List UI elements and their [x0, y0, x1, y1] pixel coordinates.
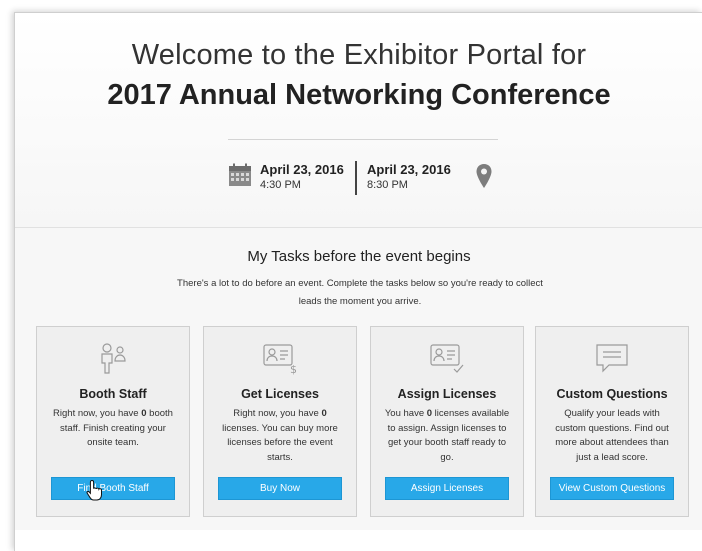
card-text-part: licenses. You can buy more licenses befo… [222, 422, 338, 463]
card-text-part: You have [384, 408, 427, 419]
start-time: 4:30 PM [260, 179, 301, 191]
card-description: Right now, you have 0 booth staff. Finis… [49, 407, 177, 451]
card-title: Assign Licenses [397, 387, 497, 401]
find-booth-staff-button[interactable]: Find Booth Staff [51, 477, 175, 500]
start-date: April 23, 2016 [260, 162, 344, 177]
chat-icon [596, 344, 628, 373]
card-text-part: Right now, you have [53, 408, 142, 419]
calendar-icon [229, 163, 251, 186]
card-title: Get Licenses [241, 387, 319, 401]
event-start: April 23, 2016 4:30 PM [260, 162, 344, 191]
card-description: Qualify your leads with custom questions… [548, 407, 676, 465]
end-date: April 23, 2016 [367, 162, 451, 177]
booth-staff-card: Booth Staff Right now, you have 0 booth … [36, 326, 190, 517]
tasks-heading: My Tasks before the event begins [247, 248, 471, 265]
card-text-part: Qualify your leads with custom questions… [555, 408, 669, 463]
map-pin-icon[interactable] [475, 163, 493, 189]
card-description: You have 0 licenses available to assign.… [383, 407, 511, 465]
custom-questions-card: Custom Questions Qualify your leads with… [535, 326, 689, 517]
hand-pointer-cursor-icon [86, 479, 102, 501]
end-time: 8:30 PM [367, 179, 408, 191]
card-title: Custom Questions [556, 387, 668, 401]
view-custom-questions-button[interactable]: View Custom Questions [550, 477, 674, 500]
svg-text:$: $ [290, 363, 297, 375]
date-divider [355, 161, 357, 195]
license-dollar-icon: $ [263, 344, 297, 375]
card-text-part: Right now, you have [233, 408, 322, 419]
window-top-margin [0, 0, 702, 12]
event-end: April 23, 2016 8:30 PM [367, 162, 451, 191]
license-check-icon [430, 344, 464, 373]
portal-header: Welcome to the Exhibitor Portal for 2017… [15, 13, 702, 228]
people-icon [101, 343, 126, 374]
assign-licenses-card: Assign Licenses You have 0 licenses avai… [370, 326, 524, 517]
buy-now-button[interactable]: Buy Now [218, 477, 342, 500]
welcome-title: Welcome to the Exhibitor Portal for [131, 39, 587, 71]
license-count: 0 [321, 408, 327, 419]
footer-band [15, 530, 702, 551]
tasks-description: There's a lot to do before an event. Com… [177, 278, 543, 307]
card-title: Booth Staff [79, 387, 147, 401]
card-description: Right now, you have 0 licenses. You can … [216, 407, 344, 465]
event-name-title: 2017 Annual Networking Conference [107, 79, 611, 111]
assign-licenses-button[interactable]: Assign Licenses [385, 477, 509, 500]
get-licenses-card: $ Get Licenses Right now, you have 0 lic… [203, 326, 357, 517]
header-divider [228, 139, 498, 140]
exhibitor-portal-page: Welcome to the Exhibitor Portal for 2017… [14, 12, 702, 551]
window-left-margin [0, 0, 14, 551]
